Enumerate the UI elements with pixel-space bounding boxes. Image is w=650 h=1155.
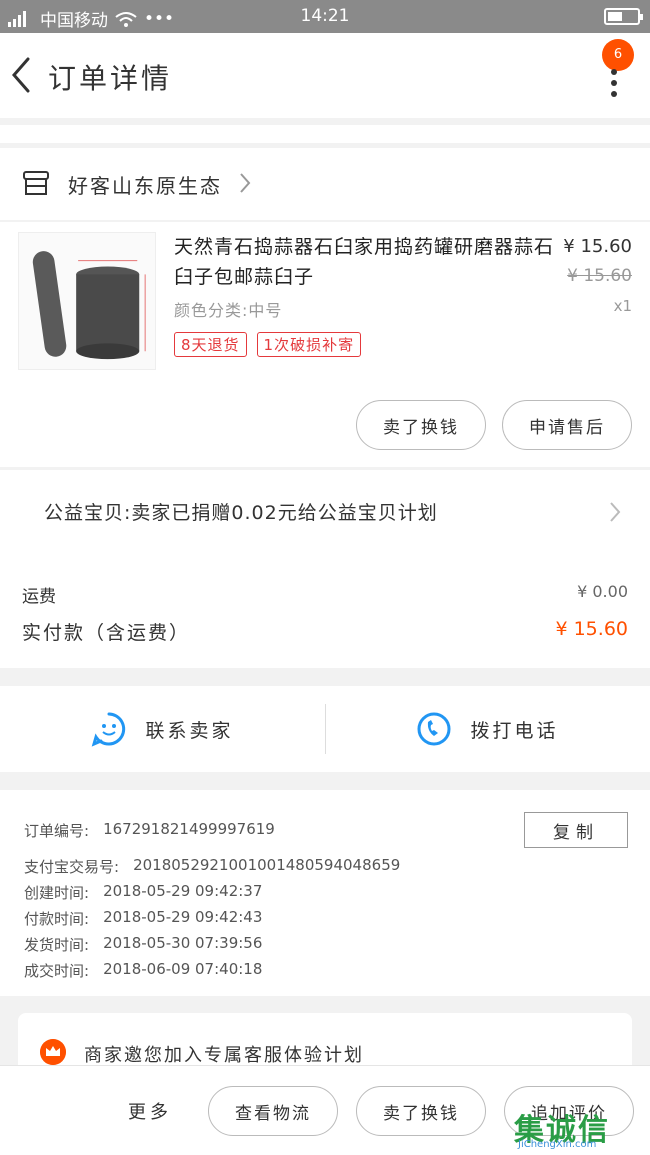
product-price: ¥ 15.60 (563, 236, 632, 257)
contact-bar: 联系卖家 拨打电话 (0, 686, 650, 772)
alipay-trade-label: 支付宝交易号: (24, 858, 120, 876)
created-time-label: 创建时间: (24, 884, 90, 902)
paid-value: ¥ 15.60 (555, 618, 628, 640)
service-promo-card[interactable]: 商家邀您加入专属客服体验计划 (18, 1013, 632, 1073)
copy-button[interactable]: 复制 (524, 812, 628, 848)
promo-text: 商家邀您加入专属客服体验计划 (84, 1045, 364, 1066)
tag-return: 8天退货 (174, 332, 247, 357)
shipped-time-value: 2018-05-30 07:39:56 (103, 934, 263, 952)
view-logistics-button[interactable]: 查看物流 (208, 1086, 338, 1136)
created-time-value: 2018-05-29 09:42:37 (103, 882, 263, 900)
paid-time-value: 2018-05-29 09:42:43 (103, 908, 263, 926)
order-number-row: 订单编号: 167291821499997619 (24, 820, 275, 841)
status-time: 14:21 (300, 6, 350, 26)
chevron-right-icon (610, 502, 621, 522)
product-name[interactable]: 天然青石捣蒜器石臼家用捣药罐研磨器蒜石臼子包邮蒜臼子 (174, 232, 554, 292)
watermark: 集诚信 JiChengXin.com (514, 1105, 644, 1151)
tag-damage: 1次破损补寄 (256, 332, 362, 357)
shipped-time-row: 发货时间: 2018-05-30 07:39:56 (24, 934, 262, 955)
more-actions-button[interactable]: 更多 (128, 1098, 172, 1124)
order-info: 订单编号: 167291821499997619 复制 支付宝交易号: 2018… (0, 790, 650, 996)
original-price: ¥ 15.60 (567, 266, 632, 286)
paid-time-label: 付款时间: (24, 910, 90, 928)
order-number-value: 167291821499997619 (103, 820, 275, 838)
shop-icon (23, 171, 49, 195)
closed-time-value: 2018-06-09 07:40:18 (103, 960, 263, 978)
item-actions: 卖了换钱 申请售后 (356, 400, 632, 450)
crown-icon (40, 1039, 66, 1065)
shop-row[interactable]: 好客山东原生态 (0, 148, 650, 220)
charity-text: 公益宝贝:卖家已捐赠0.02元给公益宝贝计划 (44, 502, 438, 524)
call-label: 拨打电话 (470, 719, 559, 742)
chevron-right-icon (240, 173, 251, 193)
chat-icon (92, 712, 126, 747)
battery-icon (604, 8, 643, 25)
created-time-row: 创建时间: 2018-05-29 09:42:37 (24, 882, 262, 903)
page-title: 订单详情 (48, 62, 173, 95)
after-sale-button[interactable]: 申请售后 (502, 400, 632, 450)
product-quantity: x1 (613, 297, 632, 315)
shipping-value: ¥ 0.00 (577, 582, 628, 601)
closed-time-label: 成交时间: (24, 962, 90, 980)
payment-summary: 运费 ¥ 0.00 实付款（含运费） ¥ 15.60 (0, 560, 650, 668)
watermark-url: JiChengXin.com (518, 1139, 597, 1150)
paid-time-row: 付款时间: 2018-05-29 09:42:43 (24, 908, 262, 929)
alipay-trade-value: 2018052921001001480594048659 (133, 856, 401, 874)
sell-button[interactable]: 卖了换钱 (356, 1086, 486, 1136)
divider-strip (0, 125, 650, 143)
paid-label: 实付款（含运费） (22, 622, 191, 644)
shipping-label: 运费 (22, 587, 56, 607)
closed-time-row: 成交时间: 2018-06-09 07:40:18 (24, 960, 262, 981)
product-spec: 颜色分类:中号 (174, 301, 283, 320)
charity-row[interactable]: 公益宝贝:卖家已捐赠0.02元给公益宝贝计划 (0, 470, 650, 560)
nav-bar: 订单详情 6 (0, 33, 650, 118)
call-button[interactable]: 拨打电话 (325, 686, 650, 772)
shop-name: 好客山东原生态 (68, 174, 222, 198)
contact-seller-label: 联系卖家 (145, 719, 234, 742)
status-bar: 中国移动 ••• 14:21 (0, 0, 650, 33)
shipped-time-label: 发货时间: (24, 936, 90, 954)
phone-icon (417, 712, 451, 746)
order-item: 天然青石捣蒜器石臼家用捣药罐研磨器蒜石臼子包邮蒜臼子 颜色分类:中号 ¥ 15.… (0, 222, 650, 467)
contact-seller-button[interactable]: 联系卖家 (0, 686, 325, 772)
alipay-trade-row: 支付宝交易号: 2018052921001001480594048659 (24, 856, 400, 877)
order-number-label: 订单编号: (24, 822, 90, 840)
back-arrow-icon[interactable] (8, 55, 38, 95)
sell-again-button[interactable]: 卖了换钱 (356, 400, 486, 450)
service-tags: 8天退货 1次破损补寄 (174, 332, 362, 357)
notification-badge: 6 (602, 39, 634, 71)
product-image[interactable] (18, 232, 156, 370)
more-menu-icon[interactable] (608, 69, 620, 99)
